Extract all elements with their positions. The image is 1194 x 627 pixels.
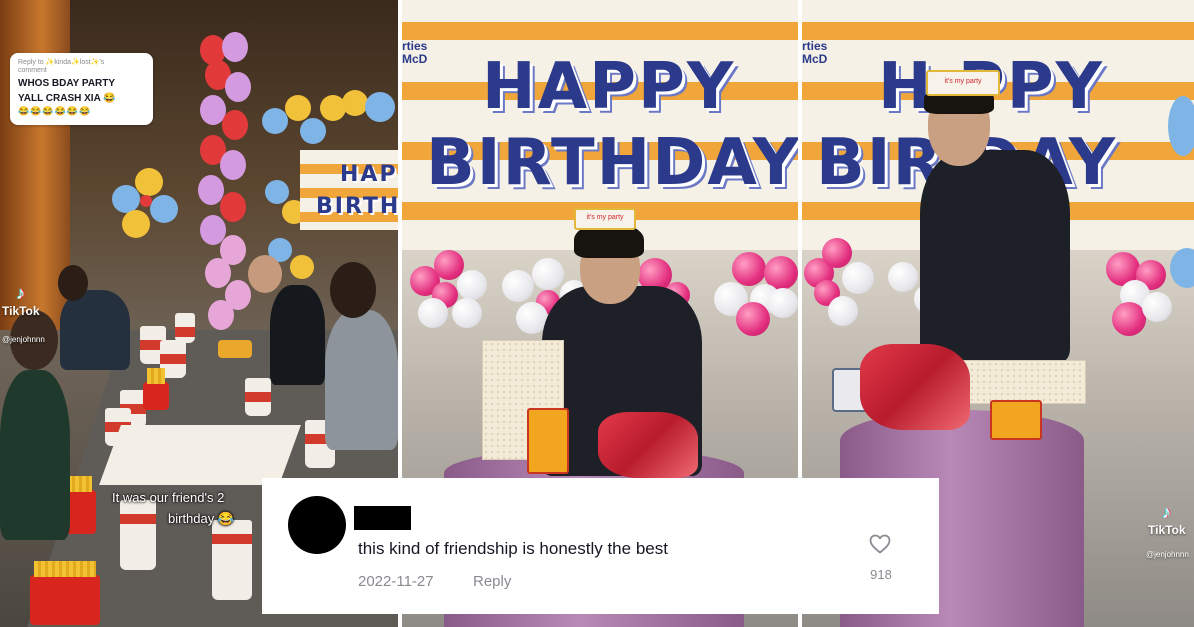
torn-wrapping-paper [598, 412, 698, 478]
brand-tag: rties McD [402, 40, 427, 66]
tiktok-handle: @jenjohnnn [2, 335, 45, 344]
brand-tag-line: McD [802, 52, 828, 66]
brand-tag: rties McD [802, 40, 827, 66]
reply-meta-line: comment [18, 67, 47, 74]
banner-word-birthday: BIRTHDAY [426, 126, 798, 200]
video-caption-line: It was our friend's 2 [112, 490, 225, 505]
comment-text: this kind of friendship is honestly the … [358, 539, 668, 558]
tiktok-comment-card: this kind of friendship is honestly the … [262, 478, 939, 614]
commenter-name-redacted[interactable] [354, 506, 411, 530]
party-crown: it's my party [926, 70, 1000, 96]
like-count: 918 [870, 567, 892, 582]
banner-word-hap: HAP [340, 162, 398, 187]
banner-word-birth: BIRTH [316, 194, 398, 219]
birthday-boy-shirt [920, 150, 1070, 362]
toy-car-package [527, 408, 569, 474]
reply-meta-line: Reply to ✨kinda✨lost✨'s [18, 59, 105, 66]
tiktok-note-icon: ♪ [16, 283, 26, 303]
reply-text-line: WHOS BDAY PARTY [18, 78, 116, 89]
comment-date: 2022-11-27 [358, 573, 434, 590]
commenter-avatar[interactable] [288, 496, 346, 554]
reply-text-line: YALL CRASH XIA 😂 [18, 93, 116, 104]
tiktok-label: TikTok [2, 304, 40, 318]
tiktok-note-icon: ♪ [1162, 502, 1172, 522]
birthday-banner-background: HAP BIRTH [300, 150, 398, 230]
tiktok-watermark: ♪ TikTok [1148, 502, 1186, 537]
tiktok-label: TikTok [1148, 523, 1186, 537]
banner-word-happy: HAPPY [482, 50, 736, 124]
party-crown: it's my party [574, 208, 636, 230]
tiktok-handle: @jenjohnnn [1146, 550, 1189, 559]
video-caption-line: birthday 😂 [168, 511, 235, 526]
wrapped-gift-box [962, 360, 1086, 404]
brand-tag-line: McD [402, 52, 428, 66]
heart-outline-icon[interactable] [868, 532, 892, 556]
reply-button[interactable]: Reply [473, 573, 511, 590]
tiktok-reply-bubble: Reply to ✨kinda✨lost✨'s comment WHOS BDA… [10, 53, 153, 125]
reply-emoji-row: 😂😂😂😂😂😂 [18, 106, 92, 116]
torn-wrapping-paper [860, 344, 970, 430]
tiktok-watermark: ♪ TikTok [2, 283, 40, 318]
toy-car-package [990, 400, 1042, 440]
